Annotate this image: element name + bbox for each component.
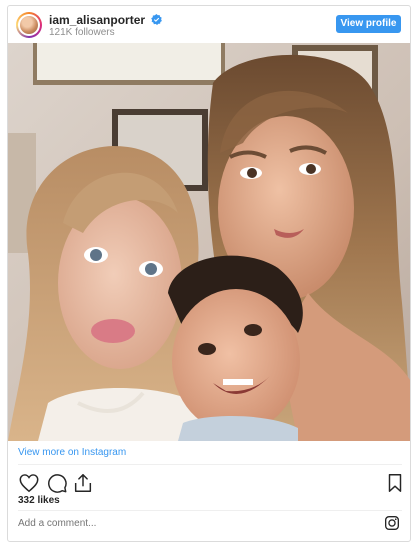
- like-count: 332 likes: [18, 495, 60, 506]
- avatar[interactable]: [16, 12, 42, 38]
- photo-image: [8, 43, 410, 441]
- instagram-embed-card: iam_alisanporter 121K followers View pro…: [7, 5, 411, 542]
- verified-badge-icon: [151, 14, 163, 25]
- divider: [18, 510, 402, 511]
- avatar-image: [20, 16, 38, 34]
- post-header: iam_alisanporter 121K followers View pro…: [8, 6, 410, 43]
- view-more-link[interactable]: View more on Instagram: [18, 447, 126, 458]
- comment-input[interactable]: [18, 518, 318, 529]
- share-icon[interactable]: [72, 472, 94, 494]
- follower-count: 121K followers: [49, 27, 115, 38]
- username-link[interactable]: iam_alisanporter: [49, 13, 163, 27]
- divider: [18, 464, 402, 465]
- bookmark-icon[interactable]: [384, 472, 406, 494]
- instagram-glyph-icon[interactable]: [384, 515, 400, 531]
- username-text[interactable]: iam_alisanporter: [49, 13, 145, 27]
- heart-icon[interactable]: [18, 472, 40, 494]
- view-profile-button[interactable]: View profile: [336, 15, 401, 33]
- post-actions: [16, 472, 406, 494]
- post-photo[interactable]: [8, 43, 410, 441]
- comment-bubble-icon[interactable]: [46, 472, 68, 494]
